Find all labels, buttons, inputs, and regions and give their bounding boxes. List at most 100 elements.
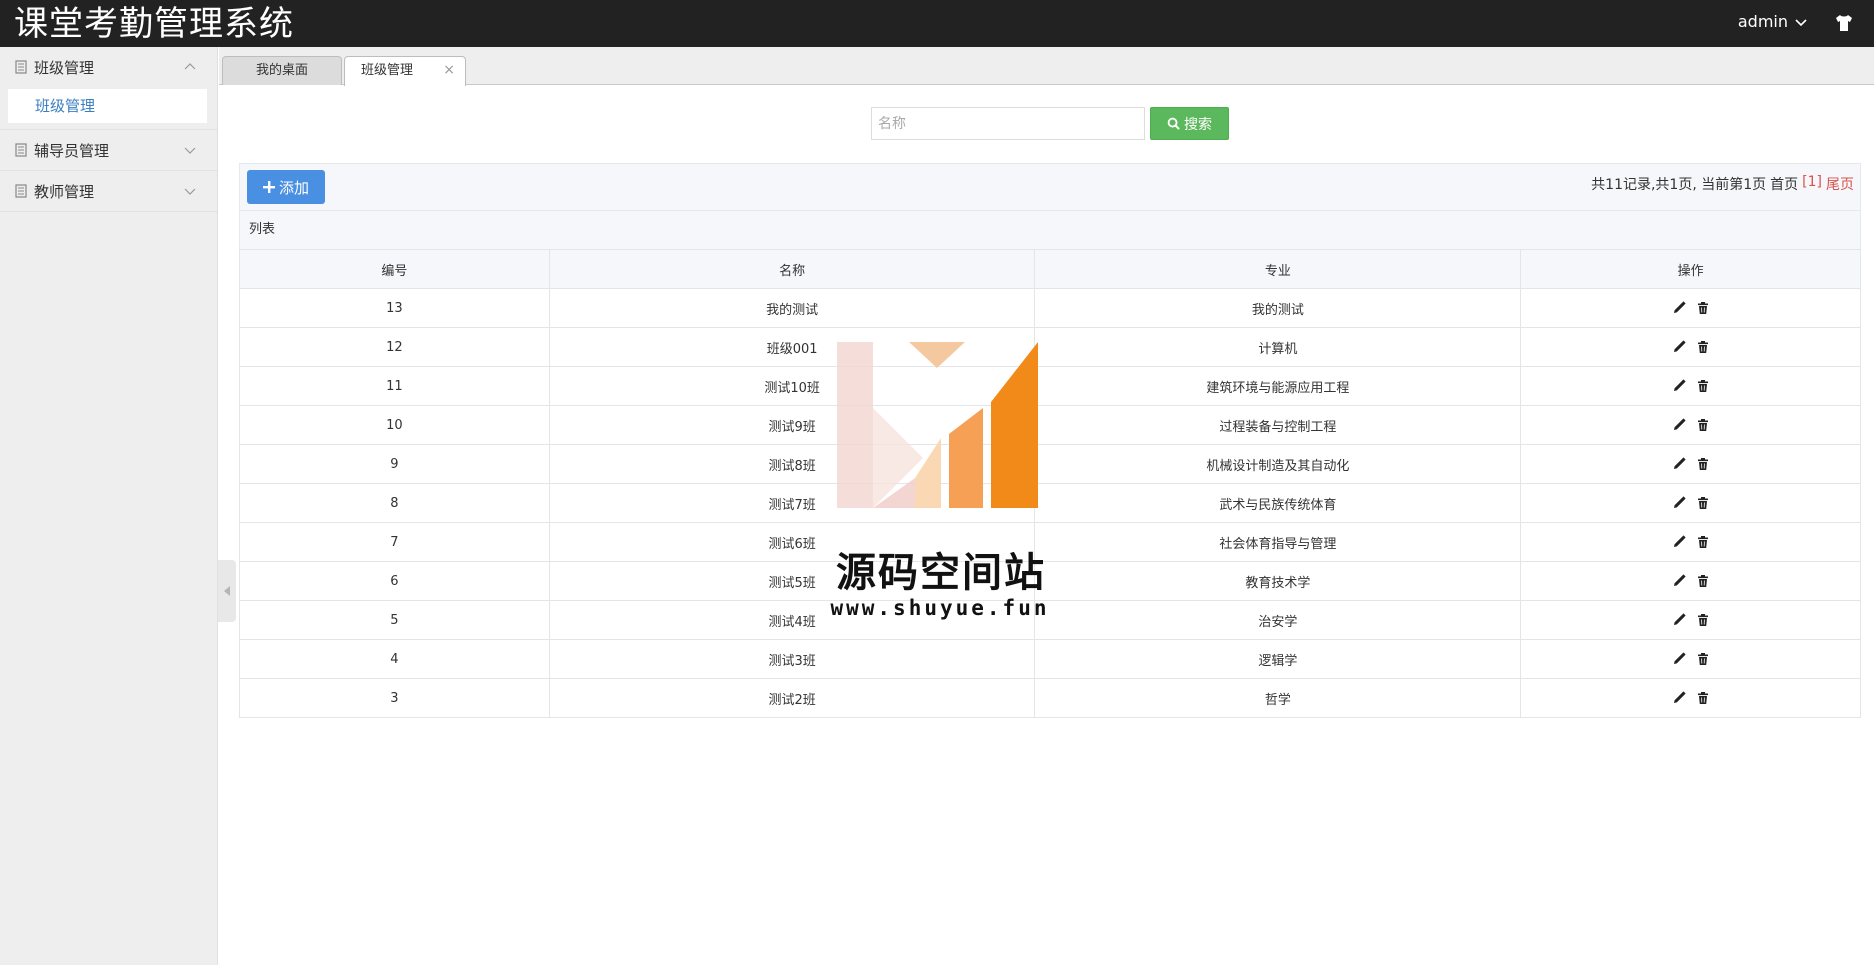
trash-icon[interactable] — [1696, 652, 1710, 666]
edit-pencil-icon[interactable] — [1672, 418, 1686, 432]
cell-major: 武术与民族传统体育 — [1034, 483, 1522, 523]
cell-actions — [1520, 561, 1861, 601]
cell-id: 4 — [239, 639, 550, 679]
edit-pencil-icon[interactable] — [1672, 691, 1686, 705]
table-row: 11 测试10班 建筑环境与能源应用工程 — [239, 366, 1861, 406]
sidebar-group-counselor-management[interactable]: 辅导员管理 — [0, 130, 217, 170]
cell-id: 8 — [239, 483, 550, 523]
edit-pencil-icon[interactable] — [1672, 457, 1686, 471]
cell-major: 社会体育指导与管理 — [1034, 522, 1522, 562]
cell-name: 测试10班 — [548, 366, 1036, 406]
trash-icon[interactable] — [1696, 301, 1710, 315]
cell-major: 过程装备与控制工程 — [1034, 405, 1522, 445]
tab-my-desktop[interactable]: 我的桌面 — [222, 56, 342, 85]
tshirt-icon[interactable] — [1834, 13, 1854, 33]
table-row: 4 测试3班 逻辑学 — [239, 639, 1861, 679]
chevron-down-icon — [184, 188, 196, 195]
trash-icon[interactable] — [1696, 418, 1710, 432]
column-header-id: 编号 — [239, 249, 550, 289]
sidebar-collapse-toggle[interactable] — [218, 560, 236, 622]
edit-pencil-icon[interactable] — [1672, 535, 1686, 549]
table-row: 13 我的测试 我的测试 — [239, 288, 1861, 328]
tab-label: 班级管理 — [361, 63, 414, 78]
cell-actions — [1520, 288, 1861, 328]
cell-name: 测试7班 — [548, 483, 1036, 523]
table-row: 12 班级001 计算机 — [239, 327, 1861, 367]
cell-actions — [1520, 600, 1861, 640]
trash-icon[interactable] — [1696, 340, 1710, 354]
edit-pencil-icon[interactable] — [1672, 652, 1686, 666]
class-table: 编号 名称 专业 操作 13 我的测试 我的测试 12 班级001 计算机 11 测试10班建… — [239, 249, 1861, 718]
edit-pencil-icon[interactable] — [1672, 340, 1686, 354]
menu-group-class: 班级管理 班级管理 — [0, 47, 217, 130]
trash-icon[interactable] — [1696, 379, 1710, 393]
trash-icon[interactable] — [1696, 535, 1710, 549]
plus-icon — [262, 181, 275, 193]
table-row: 8 测试7班 武术与民族传统体育 — [239, 483, 1861, 523]
menu-group-counselor: 辅导员管理 — [0, 130, 217, 171]
cell-actions — [1520, 678, 1861, 718]
close-icon[interactable]: × — [443, 57, 455, 84]
list-toolbar: 添加 共11记录,共1页, 当前第1页 首页 [1] 尾页 — [239, 163, 1861, 211]
cell-actions — [1520, 327, 1861, 367]
cell-actions — [1520, 639, 1861, 679]
edit-pencil-icon[interactable] — [1672, 379, 1686, 393]
caret-left-icon — [224, 586, 230, 596]
edit-pencil-icon[interactable] — [1672, 301, 1686, 315]
sidebar: 班级管理 班级管理 辅导员管理 教师管理 — [0, 47, 218, 965]
edit-pencil-icon[interactable] — [1672, 613, 1686, 627]
document-icon — [14, 60, 28, 74]
cell-actions — [1520, 483, 1861, 523]
cell-actions — [1520, 405, 1861, 445]
edit-pencil-icon[interactable] — [1672, 496, 1686, 510]
cell-id: 3 — [239, 678, 550, 718]
column-header-actions: 操作 — [1520, 249, 1861, 289]
cell-id: 10 — [239, 405, 550, 445]
pagination: 共11记录,共1页, 当前第1页 首页 [1] 尾页 — [1591, 174, 1854, 194]
sidebar-group-label: 辅导员管理 — [34, 141, 110, 160]
watermark-title: 源码空间站 — [836, 549, 1046, 596]
trash-icon[interactable] — [1696, 574, 1710, 588]
trash-icon[interactable] — [1696, 691, 1710, 705]
sidebar-group-label: 教师管理 — [34, 182, 95, 201]
cell-actions — [1520, 444, 1861, 484]
tab-class-management[interactable]: 班级管理 × — [344, 56, 466, 86]
document-icon — [14, 184, 28, 198]
pager-last-link[interactable]: 尾页 — [1826, 174, 1854, 194]
trash-icon[interactable] — [1696, 496, 1710, 510]
trash-icon[interactable] — [1696, 613, 1710, 627]
pager-summary: 共11记录,共1页, 当前第1页 — [1591, 177, 1767, 193]
add-button[interactable]: 添加 — [247, 170, 325, 204]
search-input[interactable] — [871, 107, 1145, 140]
app-title: 课堂考勤管理系统 — [14, 4, 294, 44]
submenu-class: 班级管理 — [0, 87, 217, 129]
cell-major: 建筑环境与能源应用工程 — [1034, 366, 1522, 406]
column-header-major: 专业 — [1034, 249, 1522, 289]
cell-name: 测试9班 — [548, 405, 1036, 445]
cell-major: 哲学 — [1034, 678, 1522, 718]
cell-name: 班级001 — [548, 327, 1036, 367]
search-icon — [1167, 117, 1180, 130]
table-header-row: 编号 名称 专业 操作 — [239, 249, 1861, 289]
cell-name: 测试2班 — [548, 678, 1036, 718]
sidebar-group-teacher-management[interactable]: 教师管理 — [0, 171, 217, 211]
add-button-label: 添加 — [278, 178, 309, 197]
search-button-label: 搜索 — [1184, 116, 1212, 133]
cell-major: 教育技术学 — [1034, 561, 1522, 601]
cell-major: 我的测试 — [1034, 288, 1522, 328]
edit-pencil-icon[interactable] — [1672, 574, 1686, 588]
trash-icon[interactable] — [1696, 457, 1710, 471]
cell-name: 测试8班 — [548, 444, 1036, 484]
search-button[interactable]: 搜索 — [1150, 107, 1229, 140]
sidebar-item-class-management[interactable]: 班级管理 — [8, 89, 207, 123]
cell-id: 13 — [239, 288, 550, 328]
user-name: admin — [1737, 12, 1788, 31]
sidebar-group-class-management[interactable]: 班级管理 — [0, 47, 217, 87]
document-icon — [14, 143, 28, 157]
chevron-down-icon — [184, 147, 196, 154]
pager-current-page[interactable]: [1] — [1802, 174, 1822, 194]
list-caption: 列表 — [239, 211, 1861, 250]
pager-first-link[interactable]: 首页 — [1770, 174, 1798, 194]
column-header-name: 名称 — [548, 249, 1036, 289]
user-menu[interactable]: admin — [1738, 12, 1808, 31]
